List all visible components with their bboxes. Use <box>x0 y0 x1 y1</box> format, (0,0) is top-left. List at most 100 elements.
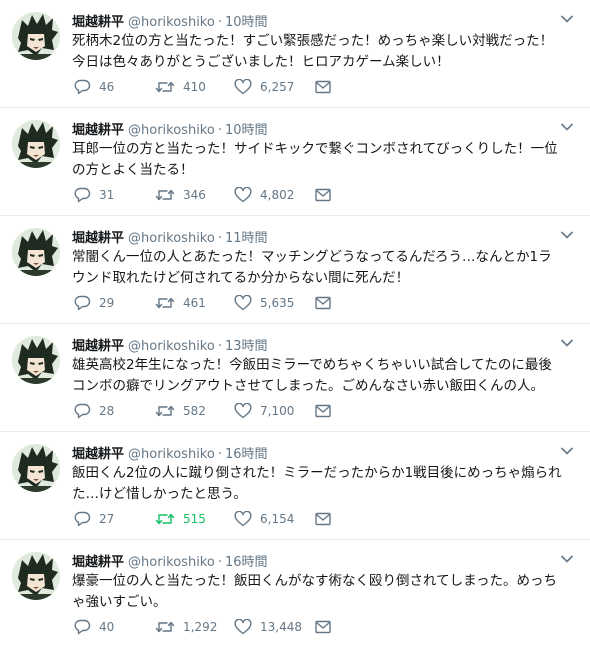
retweet-button[interactable]: 1,292 <box>155 618 217 636</box>
chevron-down-icon[interactable] <box>560 230 574 240</box>
tweet[interactable]: 堀越耕平 @horikoshiko · 16時間 飯田くん2位の人に蹴り倒された！ミラ… <box>0 432 590 540</box>
direct-message-button[interactable] <box>315 402 331 420</box>
avatar[interactable] <box>12 120 60 168</box>
direct-message-button[interactable] <box>315 186 331 204</box>
display-name[interactable]: 堀越耕平 <box>72 15 124 30</box>
avatar[interactable] <box>12 444 60 492</box>
reply-icon <box>74 511 91 527</box>
retweet-count: 1,292 <box>183 620 218 634</box>
display-name[interactable]: 堀越耕平 <box>72 447 124 462</box>
separator-dot: · <box>217 123 222 138</box>
display-name[interactable]: 堀越耕平 <box>72 231 124 246</box>
direct-message-button[interactable] <box>315 510 331 528</box>
retweet-count: 515 <box>183 512 206 526</box>
tweet-text-line: 爆豪一位の人と当たった！飯田くんがなす術なく殴り倒されてしまった。めっち <box>72 573 558 589</box>
username-handle[interactable]: @horikoshiko <box>128 555 215 570</box>
like-button[interactable]: 13,448 <box>234 618 302 636</box>
like-count: 13,448 <box>260 620 302 634</box>
tweet-actions: 29 461 5,635 <box>72 294 332 312</box>
username-handle[interactable]: @horikoshiko <box>128 339 215 354</box>
reply-count: 28 <box>99 404 115 418</box>
reply-count: 40 <box>99 620 115 634</box>
tweet-text: 飯田くん2位の人に蹴り倒された！ミラーだったからか1戦目後にめっちゃ煽られ た…… <box>72 463 578 505</box>
retweet-count: 582 <box>183 404 206 418</box>
timestamp[interactable]: 11時間 <box>225 231 268 246</box>
timestamp[interactable]: 16時間 <box>225 447 268 462</box>
retweet-button[interactable]: 346 <box>155 186 206 204</box>
reply-count: 46 <box>99 80 115 94</box>
retweet-button[interactable]: 410 <box>155 78 206 96</box>
username-handle[interactable]: @horikoshiko <box>128 123 215 138</box>
like-count: 6,257 <box>260 80 295 94</box>
reply-icon <box>74 187 91 203</box>
display-name[interactable]: 堀越耕平 <box>72 339 124 354</box>
tweet-actions: 28 582 7,100 <box>72 402 332 420</box>
username-handle[interactable]: @horikoshiko <box>128 15 215 30</box>
avatar[interactable] <box>12 552 60 600</box>
envelope-icon <box>315 620 331 634</box>
chevron-down-icon[interactable] <box>560 554 574 564</box>
avatar[interactable] <box>12 12 60 60</box>
tweet-actions: 31 346 4,802 <box>72 186 332 204</box>
chevron-down-icon[interactable] <box>560 14 574 24</box>
heart-icon <box>234 511 252 527</box>
tweet-text-line: 今日は色々ありがとうございました！ヒロアカゲーム楽しい！ <box>72 54 450 70</box>
reply-button[interactable]: 28 <box>74 402 114 420</box>
heart-icon <box>234 295 252 311</box>
direct-message-button[interactable] <box>315 294 331 312</box>
chevron-down-icon[interactable] <box>560 338 574 348</box>
tweet[interactable]: 堀越耕平 @horikoshiko · 16時間 爆豪一位の人と当たった！飯田くんがな… <box>0 540 590 648</box>
reply-icon <box>74 403 91 419</box>
separator-dot: · <box>217 339 222 354</box>
tweet-text-line: 常闇くん一位の人とあたった！マッチングどうなってるんだろう…なんとか1ラ <box>72 249 552 265</box>
avatar[interactable] <box>12 228 60 276</box>
like-button[interactable]: 6,154 <box>234 510 294 528</box>
retweet-button[interactable]: 515 <box>155 510 206 528</box>
tweet-text-line: の方とよく当たる！ <box>72 162 194 178</box>
tweet-header: 堀越耕平 @horikoshiko · 13時間 <box>72 335 268 354</box>
avatar[interactable] <box>12 336 60 384</box>
heart-icon <box>234 403 252 419</box>
separator-dot: · <box>217 231 222 246</box>
like-button[interactable]: 7,100 <box>234 402 294 420</box>
like-count: 6,154 <box>260 512 295 526</box>
retweet-icon <box>155 405 175 417</box>
tweet-text: 死柄木2位の方と当たった！すごい緊張感だった！めっちゃ楽しい対戦だった！ 今日は… <box>72 31 578 73</box>
reply-icon <box>74 295 91 311</box>
reply-button[interactable]: 40 <box>74 618 114 636</box>
reply-button[interactable]: 31 <box>74 186 114 204</box>
retweet-button[interactable]: 461 <box>155 294 206 312</box>
username-handle[interactable]: @horikoshiko <box>128 231 215 246</box>
tweet-actions: 40 1,292 13,448 <box>72 618 332 636</box>
username-handle[interactable]: @horikoshiko <box>128 447 215 462</box>
tweet[interactable]: 堀越耕平 @horikoshiko · 10時間 耳郎一位の方と当たった！サイドキック… <box>0 108 590 216</box>
reply-button[interactable]: 27 <box>74 510 114 528</box>
direct-message-button[interactable] <box>315 618 331 636</box>
like-button[interactable]: 5,635 <box>234 294 294 312</box>
tweet[interactable]: 堀越耕平 @horikoshiko · 10時間 死柄木2位の方と当たった！すごい緊張… <box>0 0 590 108</box>
chevron-down-icon[interactable] <box>560 446 574 456</box>
chevron-down-icon[interactable] <box>560 122 574 132</box>
like-button[interactable]: 6,257 <box>234 78 294 96</box>
reply-button[interactable]: 46 <box>74 78 114 96</box>
like-button[interactable]: 4,802 <box>234 186 294 204</box>
retweet-button[interactable]: 582 <box>155 402 206 420</box>
timestamp[interactable]: 10時間 <box>225 123 268 138</box>
timestamp[interactable]: 16時間 <box>225 555 268 570</box>
tweet[interactable]: 堀越耕平 @horikoshiko · 13時間 雄英高校2年生になった！今飯田ミラー… <box>0 324 590 432</box>
tweet-text-line: 死柄木2位の方と当たった！すごい緊張感だった！めっちゃ楽しい対戦だった！ <box>72 33 554 49</box>
reply-button[interactable]: 29 <box>74 294 114 312</box>
display-name[interactable]: 堀越耕平 <box>72 123 124 138</box>
tweet-text-line: コンボの癖でリングアウトさせてしまった。ごめんなさい赤い飯田くんの人。 <box>72 378 544 394</box>
retweet-icon <box>155 513 175 525</box>
retweet-count: 346 <box>183 188 206 202</box>
direct-message-button[interactable] <box>315 78 331 96</box>
tweet-header: 堀越耕平 @horikoshiko · 10時間 <box>72 119 268 138</box>
tweet[interactable]: 堀越耕平 @horikoshiko · 11時間 常闇くん一位の人とあたった！マッチン… <box>0 216 590 324</box>
tweet-text: 常闇くん一位の人とあたった！マッチングどうなってるんだろう…なんとか1ラ ウンド… <box>72 247 578 289</box>
timestamp[interactable]: 10時間 <box>225 15 268 30</box>
display-name[interactable]: 堀越耕平 <box>72 555 124 570</box>
retweet-count: 461 <box>183 296 206 310</box>
retweet-icon <box>155 81 175 93</box>
timestamp[interactable]: 13時間 <box>225 339 268 354</box>
